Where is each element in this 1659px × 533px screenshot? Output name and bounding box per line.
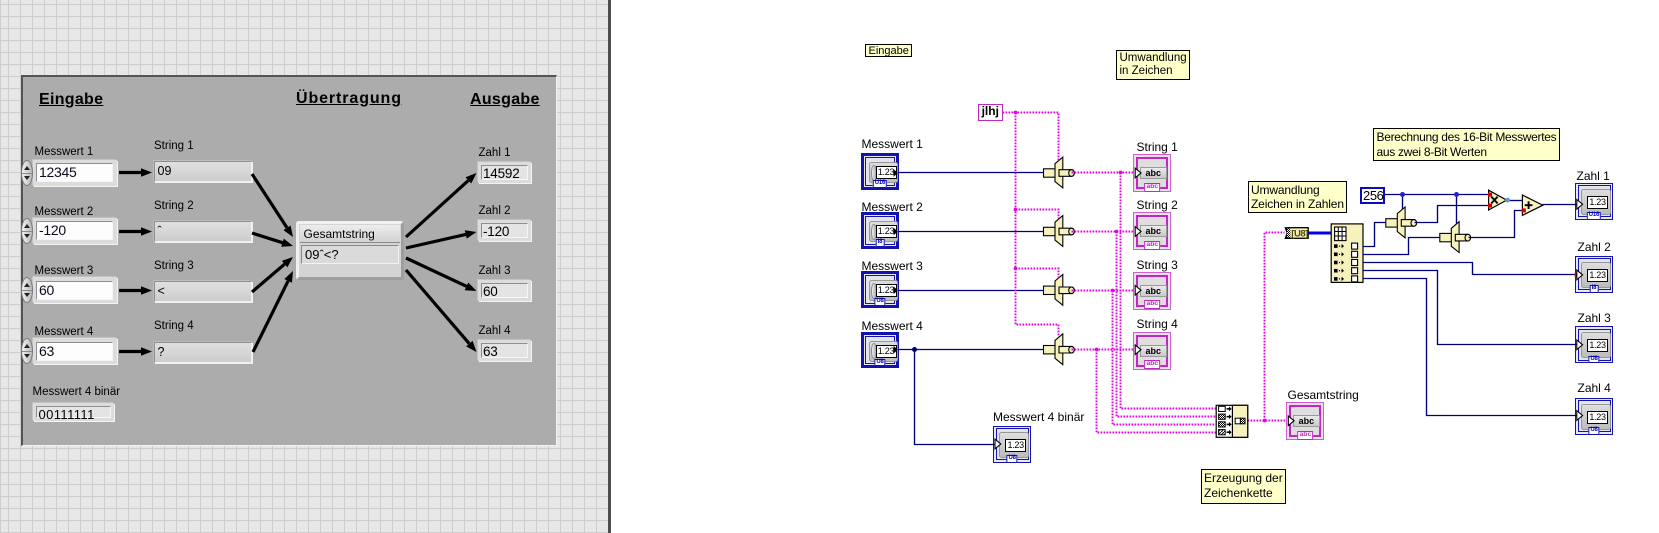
svg-text:[U8]: [U8] [1291,229,1308,240]
